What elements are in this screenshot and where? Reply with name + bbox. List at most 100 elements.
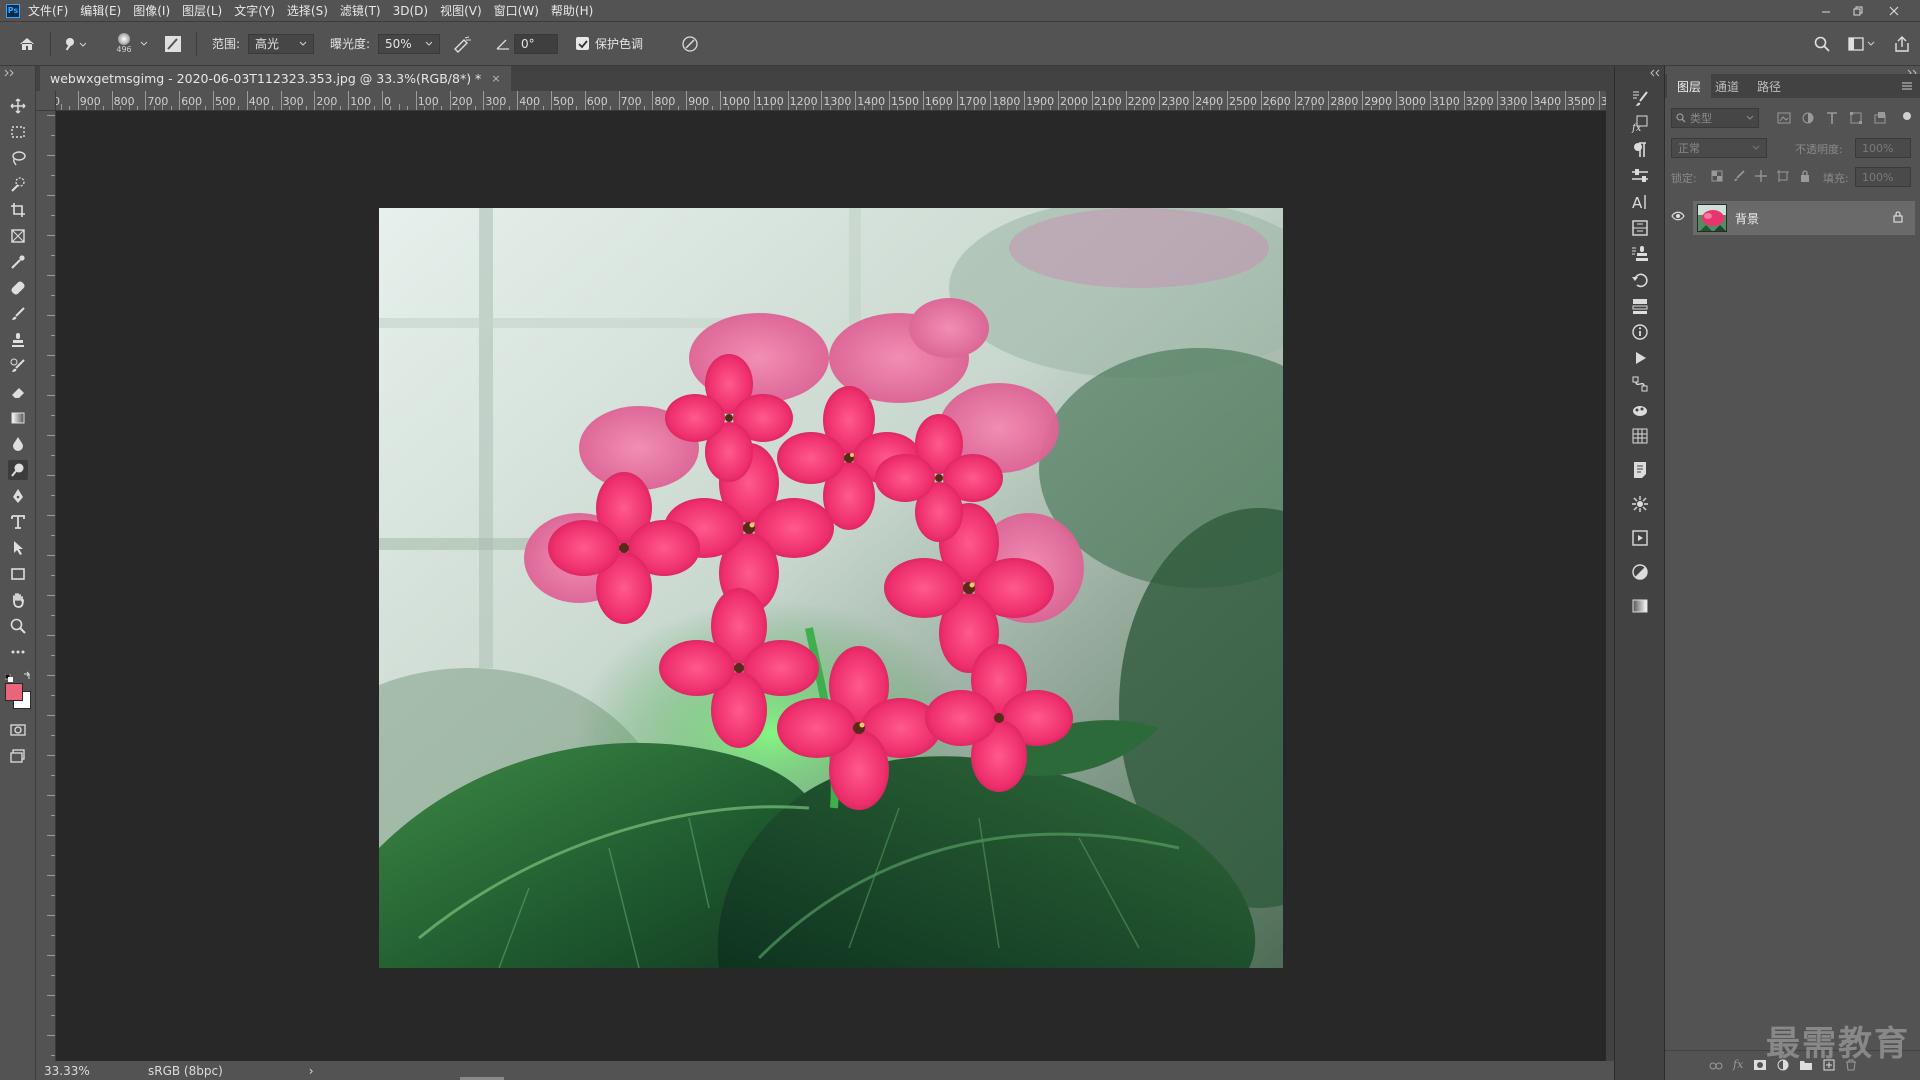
brush-settings-icon[interactable]: [164, 22, 182, 65]
tab-paths[interactable]: 路径: [1747, 74, 1791, 98]
layer-lock-icon[interactable]: [1893, 211, 1903, 226]
swatches-3d-icon[interactable]: [1630, 400, 1650, 420]
menu-edit[interactable]: 编辑(E): [80, 2, 121, 19]
actions-icon[interactable]: [1630, 296, 1650, 316]
libraries-icon[interactable]: [1630, 218, 1650, 238]
notes-icon[interactable]: [1630, 460, 1650, 480]
expand-panels-arrows-icon[interactable]: [1649, 66, 1661, 77]
foreground-color-swatch[interactable]: [5, 683, 23, 701]
menu-file[interactable]: 文件(F): [28, 2, 68, 19]
filter-smart-object-icon[interactable]: [1873, 111, 1887, 128]
filter-adjustment-icon[interactable]: [1801, 111, 1815, 128]
move-tool-icon[interactable]: [8, 96, 28, 116]
menu-filter[interactable]: 滤镜(T): [340, 2, 381, 19]
collapse-arrows-icon[interactable]: [4, 66, 32, 77]
dodge-tool-icon[interactable]: [8, 460, 28, 480]
rectangle-tool-icon[interactable]: [8, 564, 28, 584]
swatches-grid-icon[interactable]: [1630, 426, 1650, 446]
lock-pixels-icon[interactable]: [1733, 170, 1745, 185]
properties-icon[interactable]: [1630, 494, 1650, 514]
healing-brush-tool-icon[interactable]: [8, 278, 28, 298]
marquee-tool-icon[interactable]: [8, 122, 28, 142]
paragraph-icon[interactable]: [1630, 140, 1650, 160]
document-image[interactable]: [379, 208, 1283, 968]
brush-tool-icon[interactable]: [8, 304, 28, 324]
path-selection-tool-icon[interactable]: [8, 538, 28, 558]
menu-help[interactable]: 帮助(H): [551, 2, 593, 19]
menu-layer[interactable]: 图层(L): [182, 2, 222, 19]
menu-window[interactable]: 窗口(W): [494, 2, 539, 19]
lasso-tool-icon[interactable]: [8, 148, 28, 168]
link-layers-icon[interactable]: [1709, 1060, 1723, 1074]
add-mask-icon[interactable]: [1753, 1059, 1767, 1074]
pressure-size-icon[interactable]: [680, 22, 700, 65]
horizontal-ruler[interactable]: 0090080070060050040030020010001002003004…: [56, 91, 1606, 111]
paths-icon[interactable]: [1630, 374, 1650, 394]
opacity-input[interactable]: 100%: [1855, 138, 1911, 158]
clone-stamp-tool-icon[interactable]: [8, 330, 28, 350]
layer-name[interactable]: 背景: [1735, 210, 1759, 227]
brush-picker-chevron-down-icon[interactable]: [140, 22, 148, 65]
document-tab[interactable]: webwxgetmsgimg - 2020-06-03T112323.353.j…: [40, 66, 511, 91]
protect-tones-checkbox[interactable]: 保护色调: [576, 22, 643, 65]
status-menu-arrow-icon[interactable]: ›: [309, 1064, 314, 1078]
menu-3d[interactable]: 3D(D): [393, 4, 428, 18]
eyedropper-tool-icon[interactable]: [8, 252, 28, 272]
search-icon[interactable]: [1814, 22, 1830, 65]
gradient-tool-icon[interactable]: [8, 408, 28, 428]
menu-type[interactable]: 文字(Y): [234, 2, 275, 19]
brush-presets-icon[interactable]: [1630, 88, 1650, 108]
menu-image[interactable]: 图像(I): [133, 2, 170, 19]
exposure-input[interactable]: 50%: [378, 33, 440, 54]
filter-shape-icon[interactable]: [1849, 111, 1863, 128]
screen-mode-icon[interactable]: [8, 746, 28, 766]
close-tab-icon[interactable]: ×: [491, 72, 500, 85]
menu-select[interactable]: 选择(S): [287, 2, 328, 19]
more-tools-icon[interactable]: [8, 642, 28, 662]
adjustments-icon[interactable]: [1630, 562, 1650, 582]
eraser-tool-icon[interactable]: [8, 382, 28, 402]
play-timeline-icon[interactable]: [1630, 348, 1650, 368]
default-colors-icon[interactable]: [4, 671, 15, 682]
history-brush-tool-icon[interactable]: [8, 356, 28, 376]
menu-view[interactable]: 视图(V): [440, 2, 482, 19]
quick-mask-icon[interactable]: [8, 720, 28, 740]
dodge-tool-preset-icon[interactable]: [62, 22, 86, 65]
layer-style-fx-icon[interactable]: fx: [1733, 1058, 1743, 1071]
canvas-area[interactable]: [56, 111, 1606, 1061]
range-select[interactable]: 高光: [248, 33, 314, 54]
vertical-scrollbar[interactable]: [1606, 91, 1614, 1061]
pen-tool-icon[interactable]: [8, 486, 28, 506]
history-icon[interactable]: [1630, 270, 1650, 290]
angle-input[interactable]: 0°: [514, 33, 558, 54]
lock-position-icon[interactable]: [1755, 170, 1767, 185]
photoshop-logo-icon[interactable]: Ps: [6, 3, 20, 18]
color-profile-info[interactable]: sRGB (8bpc): [148, 1064, 223, 1078]
character-icon[interactable]: A: [1630, 192, 1650, 212]
layer-filter-select[interactable]: 类型: [1671, 108, 1759, 128]
collapse-panel-arrows-icon[interactable]: [1907, 66, 1919, 77]
adjustments-sliders-icon[interactable]: [1630, 166, 1650, 186]
blend-mode-select[interactable]: 正常: [1671, 138, 1767, 158]
zoom-level[interactable]: 33.33%: [44, 1064, 124, 1078]
quick-selection-tool-icon[interactable]: [8, 174, 28, 194]
type-tool-icon[interactable]: [8, 512, 28, 532]
minimize-icon[interactable]: [1810, 0, 1842, 21]
learn-icon[interactable]: [1630, 528, 1650, 548]
hand-tool-icon[interactable]: [8, 590, 28, 610]
panel-menu-icon[interactable]: [1901, 80, 1913, 95]
close-icon[interactable]: [1878, 0, 1910, 21]
brush-size-picker[interactable]: 496: [112, 22, 136, 65]
zoom-tool-icon[interactable]: [8, 616, 28, 636]
visibility-eye-icon[interactable]: [1671, 210, 1685, 224]
info-icon[interactable]: [1630, 322, 1650, 342]
lock-artboard-icon[interactable]: [1777, 170, 1789, 185]
lock-transparent-icon[interactable]: [1711, 170, 1723, 185]
filter-pixel-icon[interactable]: [1777, 111, 1791, 128]
restore-icon[interactable]: [1842, 0, 1874, 21]
swap-colors-icon[interactable]: [22, 670, 32, 680]
fill-input[interactable]: 100%: [1855, 167, 1911, 187]
filter-type-icon[interactable]: [1825, 111, 1839, 128]
airbrush-icon[interactable]: [452, 22, 472, 65]
ruler-origin[interactable]: [36, 91, 56, 111]
